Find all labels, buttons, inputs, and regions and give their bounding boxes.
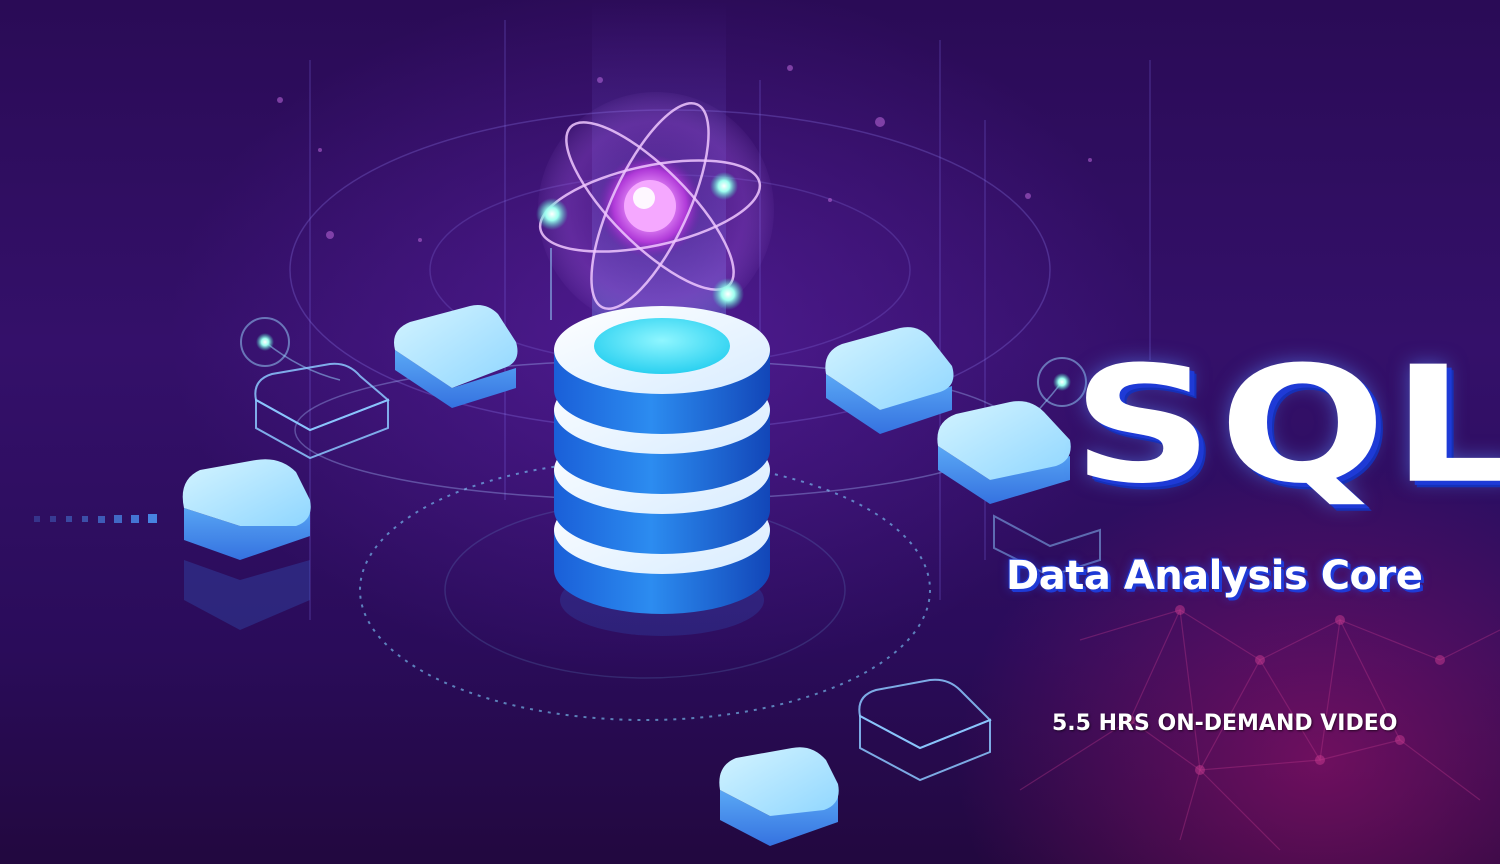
duration-label: 5.5 HRS ON-DEMAND VIDEO xyxy=(1052,711,1398,736)
course-subtitle: Data Analysis Core xyxy=(1006,553,1423,599)
sql-logo: SQL xyxy=(1072,332,1500,520)
database-icon xyxy=(554,306,770,636)
course-banner: SQL Data Analysis Core 5.5 HRS ON-DEMAND… xyxy=(0,0,1500,864)
atom-icon xyxy=(536,92,774,328)
